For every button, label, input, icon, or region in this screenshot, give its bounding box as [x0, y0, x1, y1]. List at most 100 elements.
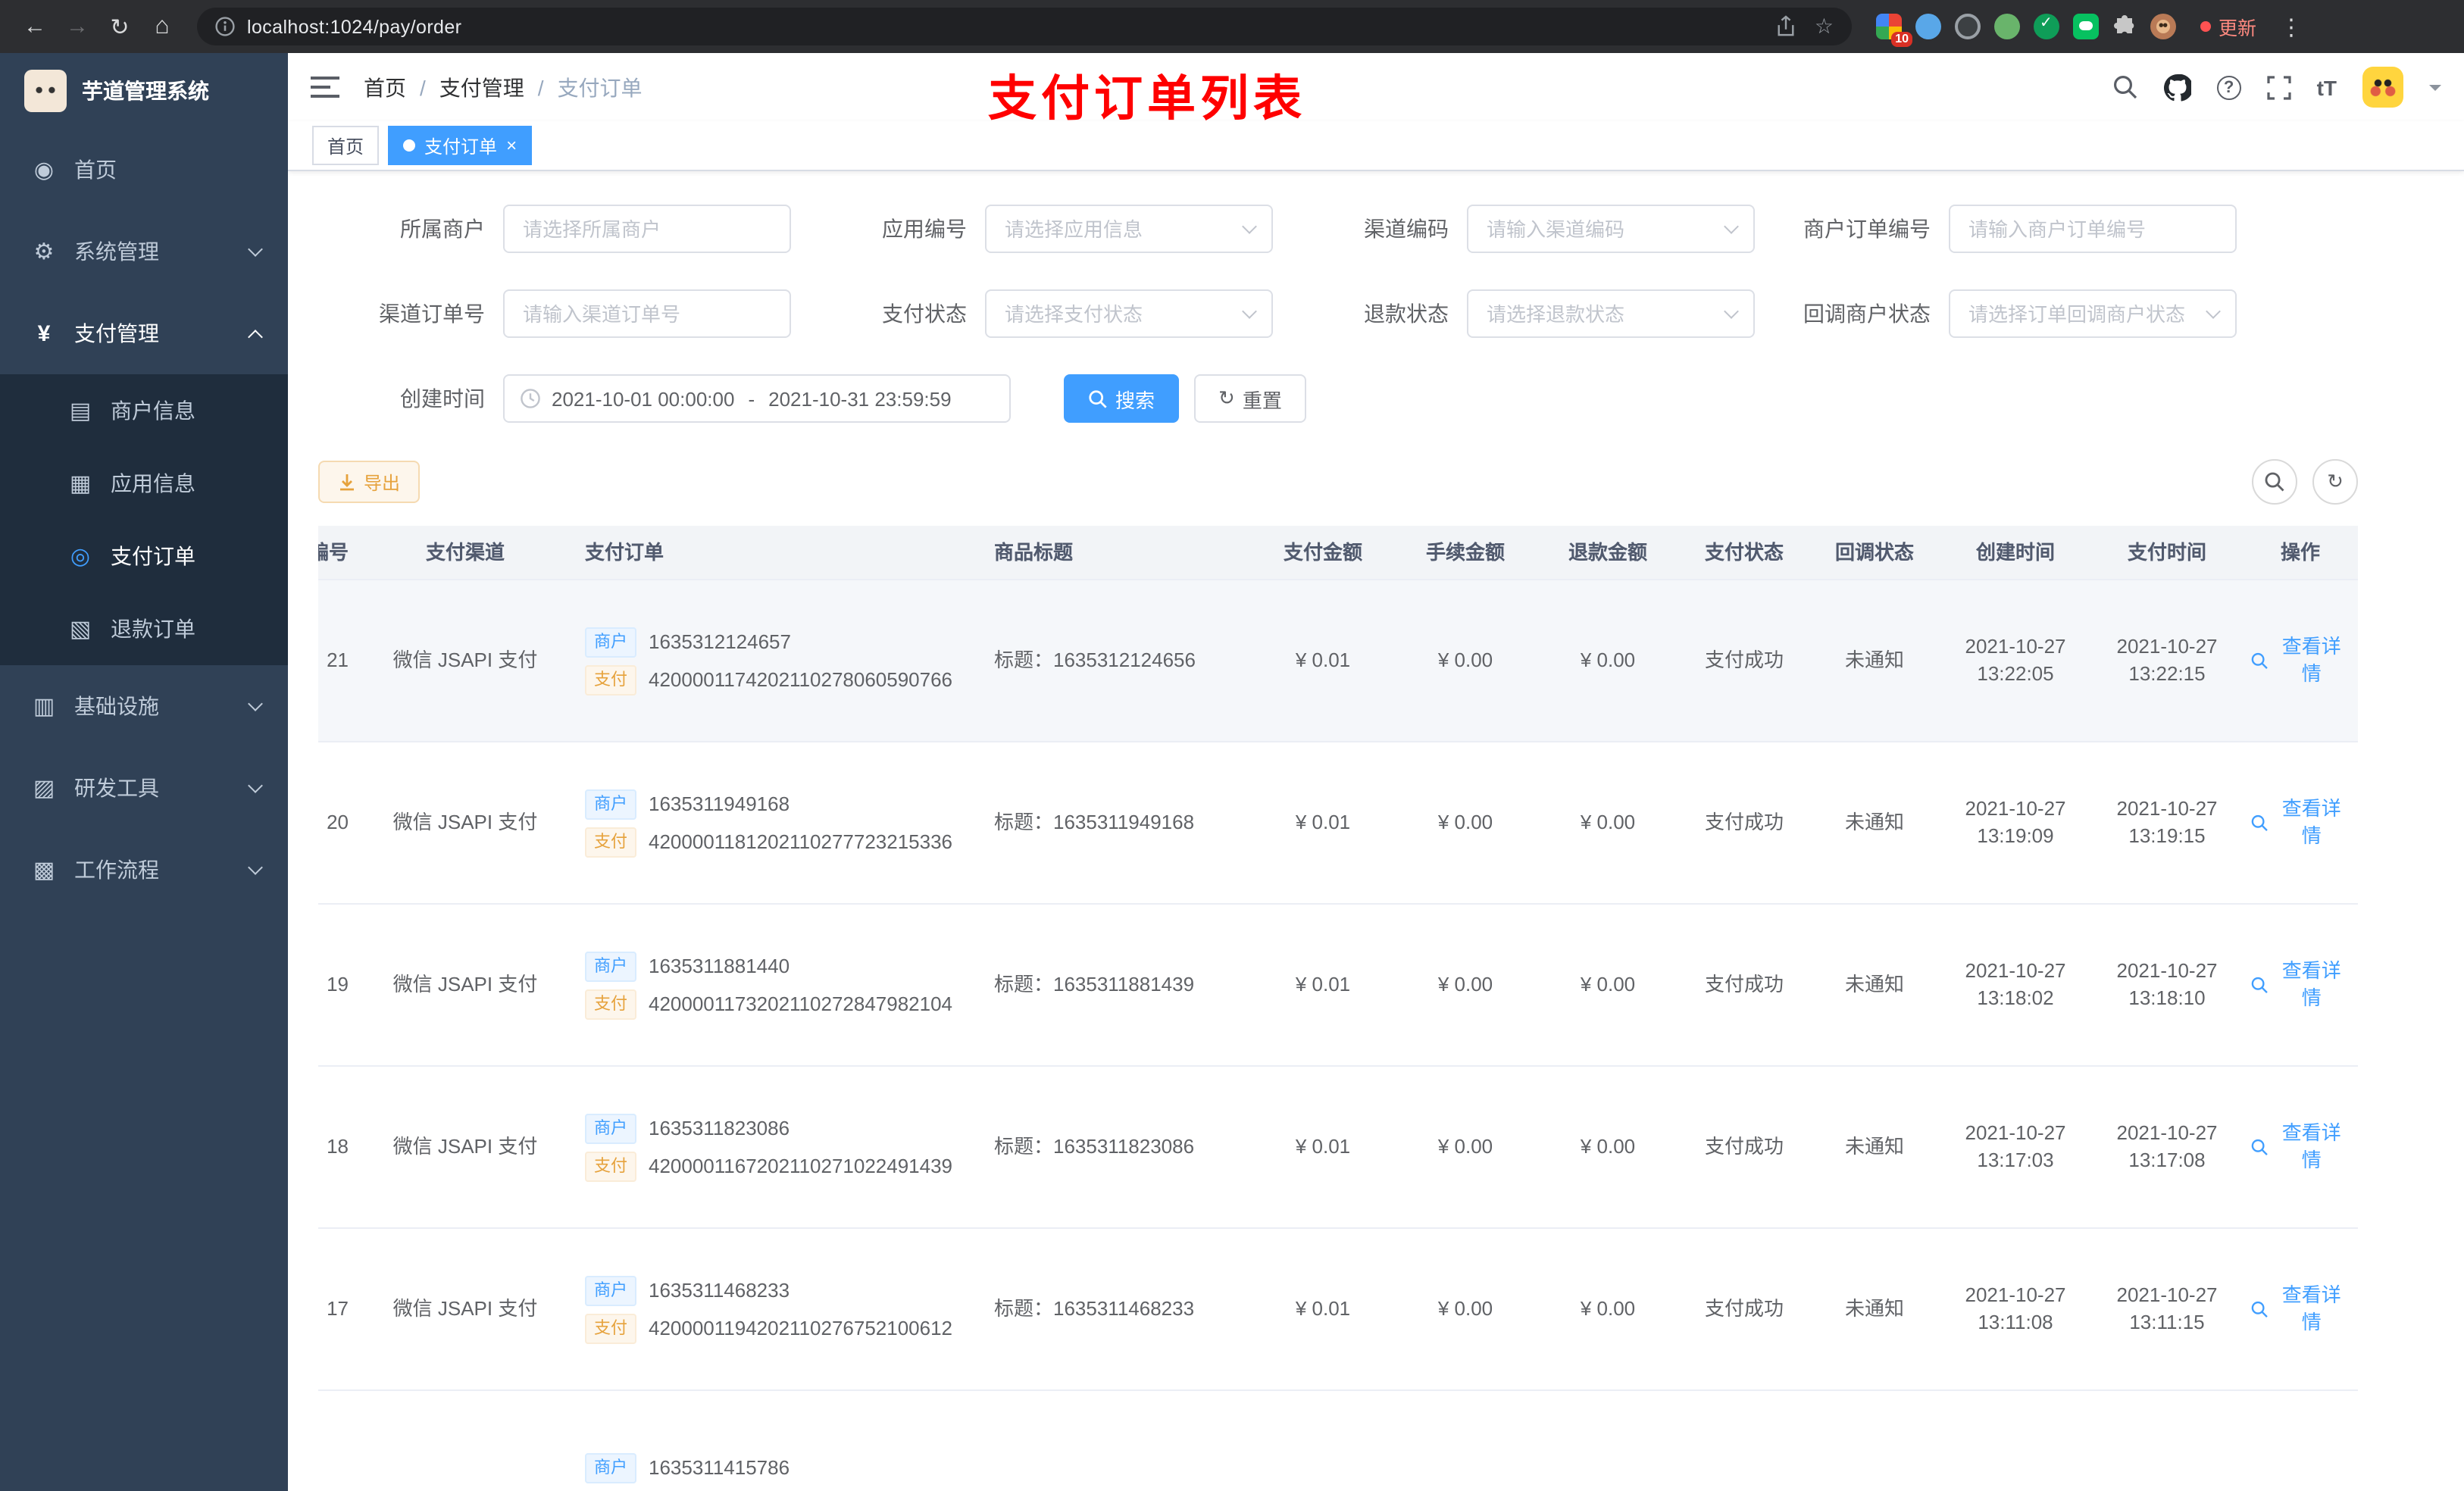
breadcrumb-payment[interactable]: 支付管理 [439, 72, 544, 102]
create-date: 2021-10-27 [1965, 1121, 2066, 1144]
pay-status-input[interactable] [987, 291, 1271, 336]
sidebar-item-merchant-info[interactable]: 商户信息 [0, 374, 288, 447]
extension-colorful-icon[interactable]: 10 [1876, 14, 1912, 47]
sidebar-item-refund-order[interactable]: 退款订单 [0, 592, 288, 665]
sidebar-item-pay-order[interactable]: 支付订单 [0, 520, 288, 592]
channel-code-select[interactable] [1467, 205, 1755, 253]
view-detail-link[interactable]: 查看详情 [2250, 1282, 2350, 1336]
notify-status-select[interactable] [1949, 289, 2237, 338]
view-detail-link[interactable]: 查看详情 [2250, 1120, 2350, 1174]
extension-check-icon[interactable] [2034, 14, 2059, 39]
extension-chat-icon[interactable] [2073, 14, 2099, 39]
cell-refund: ¥ 0.00 [1580, 1297, 1636, 1320]
tab-pay-order[interactable]: 支付订单 [388, 126, 533, 165]
chevron-down-icon [248, 860, 263, 875]
reset-button[interactable]: 重置 [1194, 374, 1306, 423]
view-detail-link[interactable]: 查看详情 [2250, 796, 2350, 850]
url-text[interactable]: localhost:1024/pay/order [247, 16, 1777, 37]
merchant-order-no-input[interactable] [1950, 206, 2235, 252]
order-target-icon [67, 542, 94, 570]
cell-pay-time: 2021-10-27 13:19:15 [2091, 796, 2243, 850]
app-select[interactable] [985, 205, 1273, 253]
view-detail-link[interactable]: 查看详情 [2250, 633, 2350, 688]
app-input[interactable] [987, 206, 1271, 252]
merchant-order-no: 1635311881440 [649, 954, 790, 977]
chevron-down-icon [248, 242, 263, 257]
cell-title: 标题：1635311881439 [994, 973, 1195, 996]
pay-order-no: 4200001167202110271022491439 [649, 1154, 953, 1177]
col-refund: 退款金额 [1568, 540, 1647, 563]
browser-forward-icon[interactable] [58, 7, 97, 46]
sidebar-item-home[interactable]: 首页 [0, 129, 288, 211]
fullscreen-icon[interactable] [2266, 75, 2291, 99]
close-tab-icon[interactable] [506, 136, 517, 155]
col-create-time: 创建时间 [1975, 540, 2055, 563]
browser-reload-icon[interactable] [100, 7, 139, 46]
export-button[interactable]: 导出 [318, 461, 421, 503]
sidebar-item-workflow[interactable]: 工作流程 [0, 829, 288, 911]
dev-tools-icon [30, 774, 58, 802]
browser-update-button[interactable]: 更新 [2200, 12, 2256, 41]
app-logo[interactable]: 芋道管理系统 [0, 53, 288, 129]
browser-home-icon[interactable] [142, 7, 182, 46]
browser-menu-icon[interactable] [2272, 7, 2311, 46]
filter-label: 退款状态 [1364, 302, 1449, 326]
sidebar-item-payment[interactable]: 支付管理 [0, 292, 288, 374]
channel-code-input[interactable] [1468, 206, 1753, 252]
extension-dark-icon[interactable] [1955, 14, 1981, 39]
create-time-range-picker[interactable]: 2021-10-01 00:00:00 - 2021-10-31 23:59:5… [503, 374, 1011, 423]
channel-order-no-input[interactable] [505, 291, 790, 336]
address-bar[interactable]: localhost:1024/pay/order [197, 8, 1852, 45]
orders-table-inner[interactable]: 编号 支付渠道 支付订单 商品标题 支付金额 手续金额 退款金额 支付状态 回调… [318, 526, 2358, 1491]
sidebar-item-app-info[interactable]: 应用信息 [0, 447, 288, 520]
view-detail-link[interactable]: 查看详情 [2250, 958, 2350, 1012]
github-icon[interactable] [2163, 73, 2191, 101]
toggle-search-button[interactable] [2252, 459, 2297, 505]
merchant-input[interactable] [505, 206, 790, 252]
extension-blue-icon[interactable] [1915, 14, 1941, 39]
avatar-caret-icon[interactable] [2429, 84, 2441, 96]
refresh-table-button[interactable] [2312, 459, 2358, 505]
sidebar-item-label: 研发工具 [74, 776, 159, 800]
notify-status-input[interactable] [1950, 291, 2235, 336]
sidebar-item-dev-tools[interactable]: 研发工具 [0, 747, 288, 829]
sidebar-toggle-icon[interactable] [311, 76, 339, 98]
cell-refund: ¥ 0.00 [1580, 973, 1636, 996]
sidebar-item-system[interactable]: 系统管理 [0, 211, 288, 292]
sidebar-item-infrastructure[interactable]: 基础设施 [0, 665, 288, 747]
channel-order-no-field[interactable] [503, 289, 791, 338]
breadcrumb-home[interactable]: 首页 [364, 72, 426, 102]
extension-green-icon[interactable] [1994, 14, 2020, 39]
create-time: 13:17:03 [1977, 1149, 2054, 1171]
pay-status-select[interactable] [985, 289, 1273, 338]
sidebar-item-label: 工作流程 [74, 858, 159, 882]
refund-status-input[interactable] [1468, 291, 1753, 336]
date-start: 2021-10-01 00:00:00 [552, 387, 735, 410]
filter-channel-order-no: 渠道订单号 [327, 289, 791, 338]
tab-home[interactable]: 首页 [312, 126, 380, 165]
merchant-select[interactable] [503, 205, 791, 253]
help-icon[interactable] [2216, 75, 2241, 99]
browser-profile-avatar[interactable] [2150, 14, 2176, 39]
pay-date: 2021-10-27 [2116, 1121, 2218, 1144]
refund-status-select[interactable] [1467, 289, 1755, 338]
page-content: 所属商户 应用编号 [288, 171, 2464, 1491]
pay-order-no: 4200001173202110272847982104 [649, 992, 953, 1014]
cell-notify: 未通知 [1844, 811, 1904, 833]
merchant-order-no-field[interactable] [1949, 205, 2237, 253]
cell-fee: ¥ 0.00 [1437, 649, 1493, 671]
pay-date: 2021-10-27 [2116, 797, 2218, 820]
font-size-icon[interactable] [2317, 75, 2337, 99]
merchant-tag: 商户 [585, 627, 636, 657]
search-button[interactable]: 搜索 [1064, 374, 1180, 423]
filter-label: 创建时间 [400, 386, 485, 411]
create-time: 13:19:09 [1977, 824, 2054, 847]
browser-extensions: 10 [1876, 14, 2176, 47]
search-icon[interactable] [2112, 74, 2138, 100]
browser-back-icon[interactable] [15, 7, 55, 46]
extensions-puzzle-icon[interactable] [2112, 14, 2137, 39]
site-info-icon[interactable] [215, 17, 235, 36]
bookmark-star-icon[interactable] [1815, 13, 1834, 40]
user-avatar[interactable] [2362, 67, 2403, 108]
share-icon[interactable] [1777, 15, 1796, 38]
